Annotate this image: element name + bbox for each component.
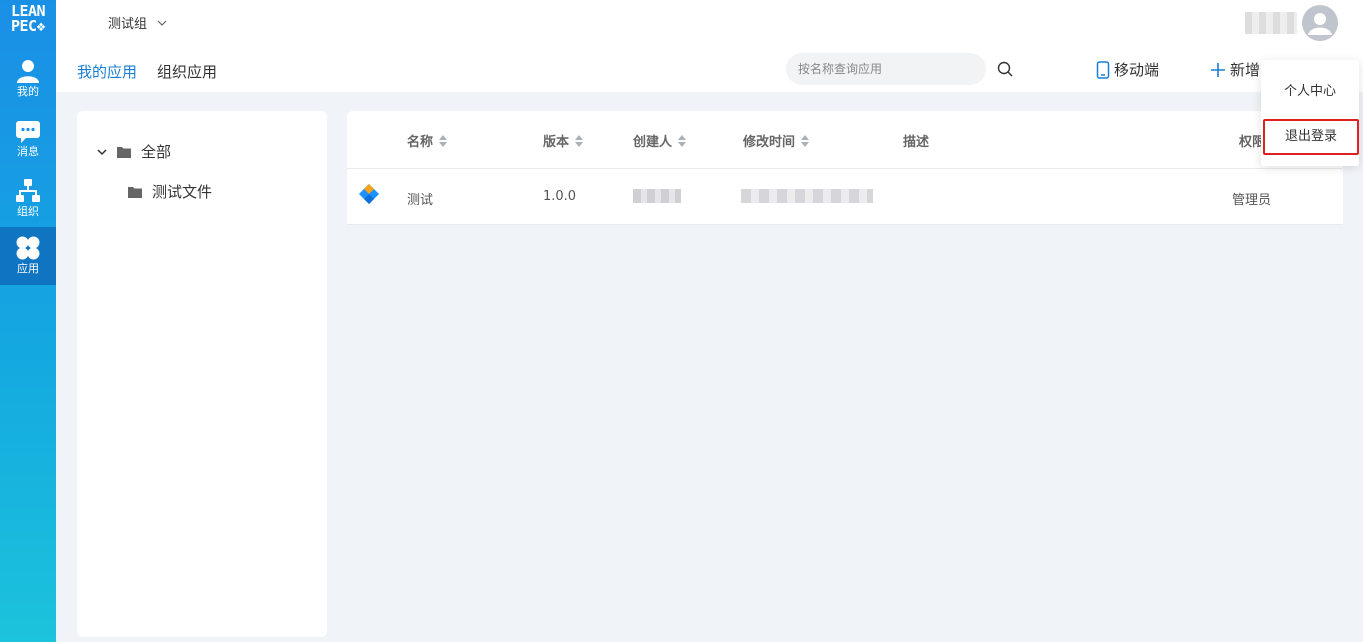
user-avatar-icon (1308, 13, 1332, 35)
column-header-name[interactable]: 名称 (407, 131, 448, 150)
username (1245, 12, 1297, 34)
column-header-description: 描述 (903, 135, 930, 150)
org-icon (16, 179, 40, 202)
chevron-down-icon (157, 20, 167, 26)
cell-version: 1.0.0 (543, 189, 577, 204)
tree-node-label: 全部 (141, 143, 172, 161)
user-icon (17, 60, 39, 83)
sidebar-item-apps[interactable]: 应用 (0, 227, 56, 285)
column-header-version[interactable]: 版本 (543, 131, 584, 150)
sidebar-item-label: 应用 (17, 262, 39, 275)
plus-icon (1211, 62, 1225, 77)
mobile-label: 移动端 (1114, 61, 1160, 79)
sort-icon[interactable] (575, 134, 584, 147)
folder-icon (128, 186, 142, 198)
message-icon (16, 121, 40, 143)
sidebar-item-label: 我的 (17, 85, 39, 98)
sort-icon[interactable] (439, 134, 448, 147)
folder-tree: 全部 测试文件 (77, 111, 327, 637)
tab-my-apps[interactable]: 我的应用 (77, 61, 137, 82)
sidebar: LEAN PEC❖ 我的 消息 组织 应用 (0, 0, 56, 642)
user-menu: 个人中心 退出登录 (1261, 60, 1359, 166)
sidebar-item-label: 消息 (17, 145, 39, 158)
logo-line2: PEC❖ (10, 17, 46, 35)
cell-name[interactable]: 测试 (407, 189, 433, 208)
tree-node-label: 测试文件 (152, 183, 213, 201)
tab-org-apps[interactable]: 组织应用 (157, 61, 217, 82)
column-header-creator[interactable]: 创建人 (633, 131, 687, 150)
tree-node-test-folder[interactable]: 测试文件 (128, 181, 212, 202)
apps-icon (16, 236, 40, 260)
search-icon[interactable] (996, 60, 1014, 78)
cell-permission: 管理员 (1232, 193, 1272, 208)
sidebar-item-org[interactable]: 组织 (0, 170, 56, 228)
mobile-button[interactable]: 移动端 (1096, 59, 1159, 80)
search-input[interactable]: 按名称查询应用 (786, 53, 986, 85)
menu-item-profile[interactable]: 个人中心 (1261, 80, 1359, 99)
add-label: 新增 (1230, 61, 1261, 79)
app-icon (359, 184, 379, 204)
sidebar-item-label: 组织 (17, 205, 39, 218)
table-row[interactable]: 测试 1.0.0 管理员 (347, 169, 1343, 225)
app-table: 名称 版本 创建人 修改时间 描述 权限 测试 1.0.0 管理员 (347, 111, 1343, 637)
sort-icon[interactable] (801, 134, 810, 147)
mobile-icon (1096, 60, 1110, 79)
add-button[interactable]: 新增 (1210, 59, 1260, 80)
sort-icon[interactable] (678, 134, 687, 147)
tree-node-all[interactable]: 全部 (97, 141, 171, 162)
table-header: 名称 版本 创建人 修改时间 描述 权限 (347, 111, 1343, 169)
cell-creator-redacted (633, 189, 681, 203)
menu-item-logout[interactable]: 退出登录 (1263, 119, 1359, 155)
group-name: 测试组 (108, 17, 148, 32)
group-selector[interactable]: 测试组 (108, 13, 167, 32)
sidebar-item-mine[interactable]: 我的 (0, 50, 56, 108)
chevron-down-icon[interactable] (97, 147, 107, 157)
cell-modified-redacted (741, 189, 873, 203)
column-header-modified[interactable]: 修改时间 (743, 131, 810, 150)
logo: LEAN PEC❖ (0, 4, 56, 34)
folder-icon (117, 146, 131, 158)
topbar: 测试组 我的应用 组织应用 按名称查询应用 移动端 新增 (56, 0, 1363, 92)
sidebar-item-messages[interactable]: 消息 (0, 110, 56, 168)
avatar[interactable] (1302, 5, 1338, 41)
